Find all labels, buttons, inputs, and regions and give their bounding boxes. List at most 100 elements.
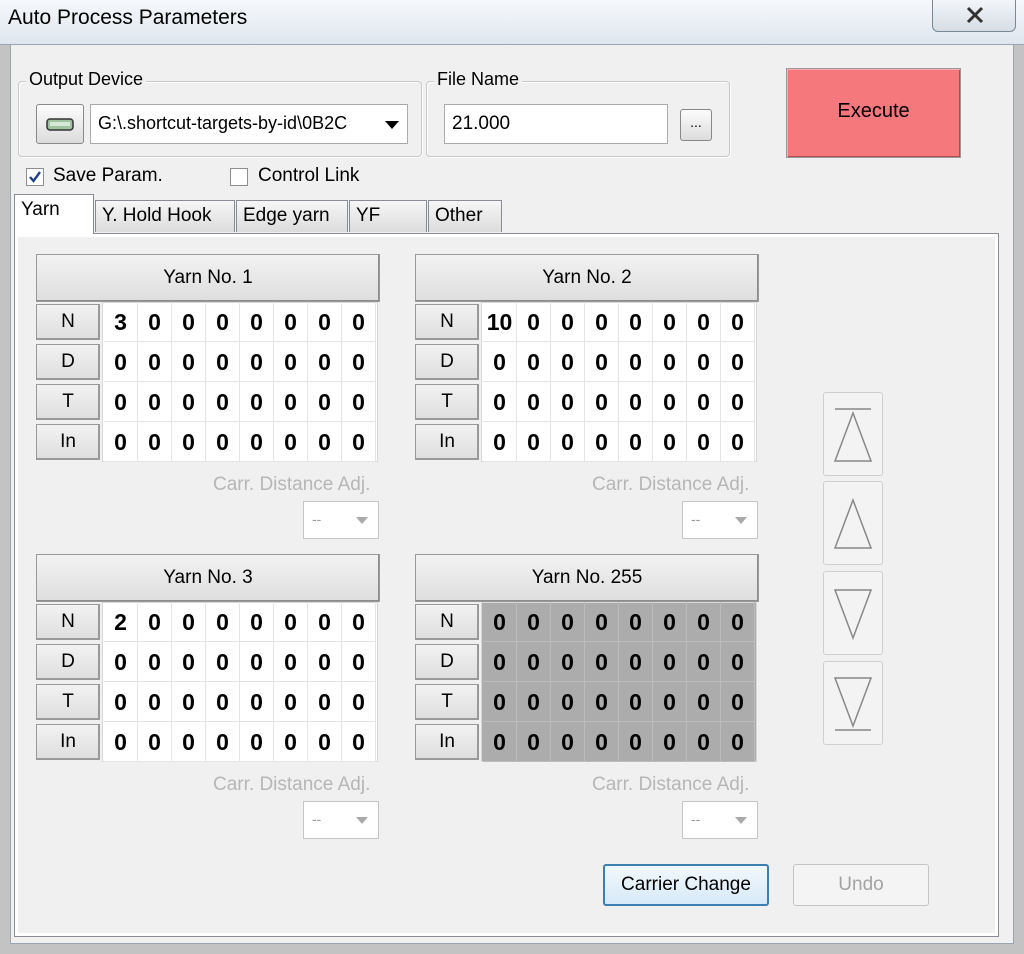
yarn-cell[interactable]: 0 (138, 382, 172, 422)
yarn-cell[interactable]: 0 (172, 722, 206, 762)
yarn-cell[interactable]: 0 (206, 722, 240, 762)
yarn-cell[interactable]: 0 (551, 382, 585, 422)
device-select-button[interactable] (36, 104, 84, 144)
yarn-cell[interactable]: 0 (585, 602, 619, 642)
yarn-cell[interactable]: 0 (342, 642, 376, 682)
yarn-cell[interactable]: 0 (585, 382, 619, 422)
yarn-cell[interactable]: 0 (551, 682, 585, 722)
yarn-cell[interactable]: 0 (274, 382, 308, 422)
yarn-cell[interactable]: 0 (483, 722, 517, 762)
yarn-cell[interactable]: 0 (517, 422, 551, 462)
row-label-t[interactable]: T (36, 684, 100, 720)
yarn-cell[interactable]: 0 (653, 642, 687, 682)
tab-yarn[interactable]: Yarn (14, 194, 94, 234)
yarn-cell[interactable]: 0 (687, 342, 721, 382)
tab-yf[interactable]: YF (349, 200, 427, 232)
yarn-cell[interactable]: 0 (274, 422, 308, 462)
yarn-cell[interactable]: 0 (619, 722, 653, 762)
yarn-cell[interactable]: 0 (138, 642, 172, 682)
yarn-cell[interactable]: 0 (653, 602, 687, 642)
yarn-cell[interactable]: 0 (517, 682, 551, 722)
yarn-cell[interactable]: 0 (342, 602, 376, 642)
row-label-n[interactable]: N (415, 604, 479, 640)
carr-distance-combo[interactable]: -- (682, 501, 758, 539)
browse-button[interactable]: ... (680, 109, 712, 141)
carr-distance-combo[interactable]: -- (682, 801, 758, 839)
yarn-cell[interactable]: 0 (551, 302, 585, 342)
row-label-t[interactable]: T (415, 384, 479, 420)
row-label-t[interactable]: T (36, 384, 100, 420)
row-label-n[interactable]: N (36, 604, 100, 640)
row-label-n[interactable]: N (36, 304, 100, 340)
yarn-cell[interactable]: 0 (308, 342, 342, 382)
yarn-cell[interactable]: 0 (483, 422, 517, 462)
yarn-cell[interactable]: 0 (274, 682, 308, 722)
yarn-cell[interactable]: 0 (483, 382, 517, 422)
yarn-cell[interactable]: 0 (619, 682, 653, 722)
yarn-cell[interactable]: 0 (308, 302, 342, 342)
row-label-d[interactable]: D (36, 644, 100, 680)
yarn-cell[interactable]: 0 (206, 302, 240, 342)
yarn-cell[interactable]: 0 (517, 382, 551, 422)
yarn-cell[interactable]: 0 (274, 302, 308, 342)
row-label-in[interactable]: In (415, 424, 479, 460)
yarn-cell[interactable]: 0 (206, 642, 240, 682)
yarn-cell[interactable]: 0 (585, 422, 619, 462)
yarn-cell[interactable]: 0 (517, 722, 551, 762)
move-up-button[interactable] (823, 481, 883, 565)
yarn-cell[interactable]: 0 (138, 422, 172, 462)
yarn-cell[interactable]: 0 (619, 342, 653, 382)
move-to-bottom-button[interactable] (823, 661, 883, 745)
yarn-cell[interactable]: 0 (721, 642, 755, 682)
yarn-cell[interactable]: 0 (342, 382, 376, 422)
yarn-cell[interactable]: 3 (104, 302, 138, 342)
yarn-cell[interactable]: 0 (687, 722, 721, 762)
yarn-cell[interactable]: 0 (240, 682, 274, 722)
yarn-cell[interactable]: 0 (104, 642, 138, 682)
row-label-n[interactable]: N (415, 304, 479, 340)
yarn-cell[interactable]: 0 (240, 302, 274, 342)
yarn-cell[interactable]: 0 (240, 722, 274, 762)
yarn-cell[interactable]: 0 (619, 642, 653, 682)
execute-button[interactable]: Execute (786, 68, 961, 158)
yarn-cell[interactable]: 0 (653, 682, 687, 722)
tab-other[interactable]: Other (428, 200, 502, 232)
yarn-cell[interactable]: 0 (619, 302, 653, 342)
yarn-cell[interactable]: 0 (138, 682, 172, 722)
undo-button[interactable]: Undo (793, 864, 929, 906)
move-down-button[interactable] (823, 571, 883, 655)
yarn-cell[interactable]: 0 (687, 422, 721, 462)
yarn-cell[interactable]: 0 (483, 682, 517, 722)
yarn-cell[interactable]: 0 (172, 682, 206, 722)
yarn-cell[interactable]: 0 (138, 722, 172, 762)
yarn-cell[interactable]: 10 (483, 302, 517, 342)
yarn-cell[interactable]: 0 (619, 602, 653, 642)
yarn-cell[interactable]: 0 (206, 422, 240, 462)
yarn-cell[interactable]: 0 (172, 602, 206, 642)
yarn-cell[interactable]: 0 (721, 382, 755, 422)
yarn-cell[interactable]: 0 (687, 602, 721, 642)
control-link-checkbox[interactable] (230, 168, 248, 186)
yarn-cell[interactable]: 0 (240, 422, 274, 462)
move-to-top-button[interactable] (823, 392, 883, 476)
yarn-cell[interactable]: 0 (240, 342, 274, 382)
yarn-cell[interactable]: 0 (551, 602, 585, 642)
yarn-cell[interactable]: 0 (308, 682, 342, 722)
close-button[interactable] (932, 0, 1016, 32)
yarn-cell[interactable]: 0 (308, 422, 342, 462)
yarn-cell[interactable]: 0 (721, 302, 755, 342)
yarn-cell[interactable]: 0 (619, 382, 653, 422)
row-label-d[interactable]: D (36, 344, 100, 380)
yarn-cell[interactable]: 0 (342, 422, 376, 462)
yarn-cell[interactable]: 0 (104, 422, 138, 462)
yarn-cell[interactable]: 0 (721, 722, 755, 762)
yarn-cell[interactable]: 0 (517, 342, 551, 382)
yarn-cell[interactable]: 0 (551, 342, 585, 382)
yarn-cell[interactable]: 0 (585, 682, 619, 722)
yarn-cell[interactable]: 0 (687, 382, 721, 422)
yarn-cell[interactable]: 0 (653, 422, 687, 462)
yarn-cell[interactable]: 0 (721, 602, 755, 642)
yarn-cell[interactable]: 0 (342, 342, 376, 382)
yarn-cell[interactable]: 0 (687, 642, 721, 682)
carrier-change-button[interactable]: Carrier Change (603, 864, 769, 906)
